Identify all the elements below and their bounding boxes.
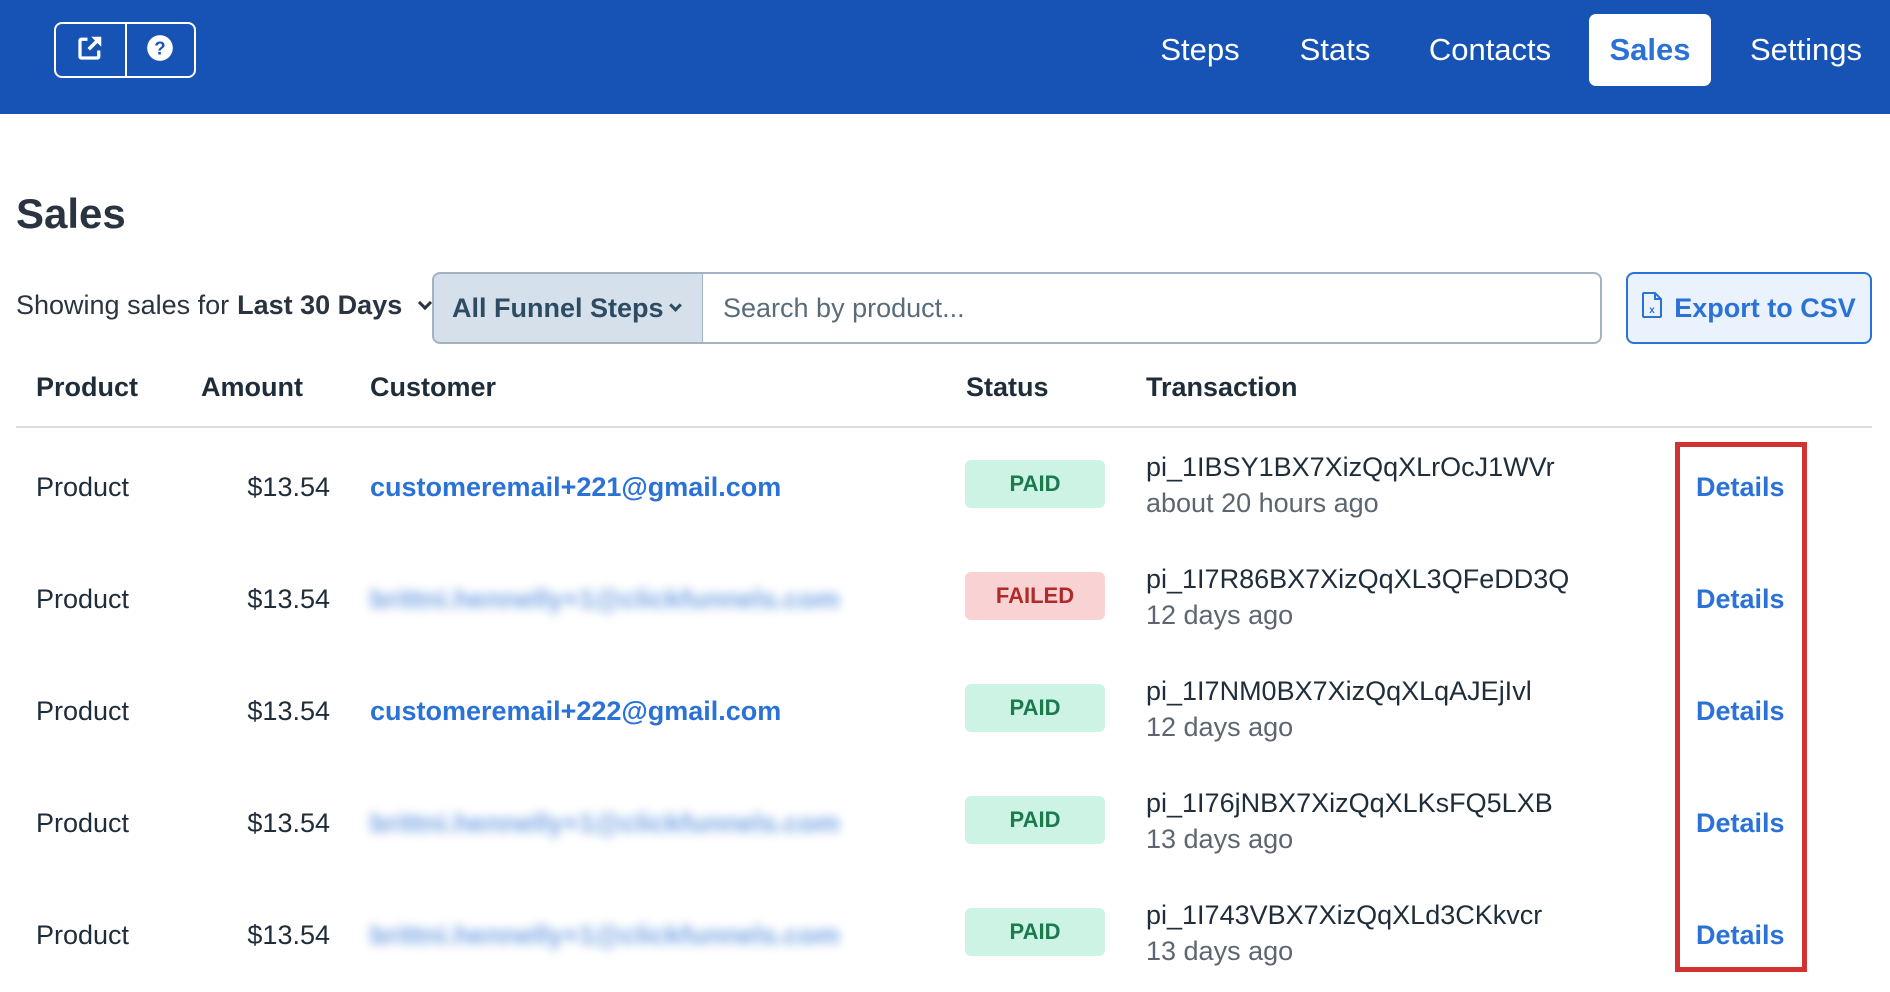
filter-period: Last 30 Days xyxy=(237,290,403,320)
table-row: Product $13.54 brittni.hennelly+1@clickfun… xyxy=(0,880,1890,992)
csv-file-icon: x xyxy=(1642,291,1663,325)
table-row: Product $13.54 customeremail+222@gmail.com… xyxy=(0,656,1890,768)
column-header-transaction: Transaction xyxy=(1146,372,1298,402)
amount-cell: $13.54 xyxy=(247,472,330,502)
date-range-dropdown[interactable]: Showing sales for Last 30 Days xyxy=(16,290,433,321)
product-cell: Product xyxy=(36,808,130,838)
status-badge: FAILED xyxy=(965,572,1105,620)
details-link[interactable]: Details xyxy=(1696,472,1785,503)
amount-cell: $13.54 xyxy=(247,808,330,838)
transaction-id: pi_1IBSY1BX7XizQqXLrOcJ1WVr xyxy=(1146,452,1555,482)
column-header-product: Product xyxy=(36,372,139,402)
export-label: Export to CSV xyxy=(1674,292,1856,323)
nav-tab-sales[interactable]: Sales xyxy=(1589,14,1711,86)
nav-tab-stats[interactable]: Stats xyxy=(1290,14,1380,86)
status-badge: PAID xyxy=(965,796,1105,844)
filter-prefix: Showing sales for xyxy=(16,290,230,320)
open-external-button[interactable] xyxy=(56,24,125,76)
external-link-icon xyxy=(75,33,105,68)
customer-email-link[interactable]: brittni.hennelly+1@clickfunnels.com xyxy=(370,584,840,615)
table-row: Product $13.54 customeremail+221@gmail.com… xyxy=(0,432,1890,544)
customer-email-link[interactable]: brittni.hennelly+1@clickfunnels.com xyxy=(370,808,840,839)
transaction-time: about 20 hours ago xyxy=(1146,488,1379,518)
column-header-customer: Customer xyxy=(370,372,497,402)
help-icon: ? xyxy=(146,34,174,67)
details-link[interactable]: Details xyxy=(1696,808,1785,839)
status-badge: PAID xyxy=(965,460,1105,508)
details-link[interactable]: Details xyxy=(1696,920,1785,951)
status-badge: PAID xyxy=(965,908,1105,956)
product-cell: Product xyxy=(36,472,130,502)
transaction-id: pi_1I7R86BX7XizQqXL3QFeDD3Q xyxy=(1146,564,1570,594)
svg-text:x: x xyxy=(1649,305,1655,316)
customer-email-link[interactable]: customeremail+221@gmail.com xyxy=(370,472,781,503)
nav-tab-contacts[interactable]: Contacts xyxy=(1422,14,1558,86)
product-search-input[interactable] xyxy=(702,272,1602,344)
status-badge: PAID xyxy=(965,684,1105,732)
chevron-down-icon xyxy=(418,295,433,310)
table-row: Product $13.54 brittni.hennelly+1@clickfun… xyxy=(0,544,1890,656)
column-header-amount: Amount xyxy=(201,372,303,402)
amount-cell: $13.54 xyxy=(247,920,330,950)
transaction-time: 13 days ago xyxy=(1146,824,1294,854)
amount-cell: $13.54 xyxy=(247,696,330,726)
transaction-time: 12 days ago xyxy=(1146,600,1294,630)
transaction-id: pi_1I76jNBX7XizQqXLKsFQ5LXB xyxy=(1146,788,1553,818)
nav-tab-settings[interactable]: Settings xyxy=(1744,14,1868,86)
product-cell: Product xyxy=(36,920,130,950)
table-row: Product $13.54 brittni.hennelly+1@clickfun… xyxy=(0,768,1890,880)
icon-button-group: ? xyxy=(54,22,196,78)
export-csv-button[interactable]: x Export to CSV xyxy=(1626,272,1872,344)
transaction-time: 13 days ago xyxy=(1146,936,1294,966)
page-title: Sales xyxy=(16,190,126,237)
transaction-id: pi_1I743VBX7XizQqXLd3CKkvcr xyxy=(1146,900,1543,930)
product-cell: Product xyxy=(36,696,130,726)
nav-tab-steps[interactable]: Steps xyxy=(1152,14,1248,86)
funnel-steps-select[interactable]: All Funnel Steps xyxy=(432,272,704,344)
details-link[interactable]: Details xyxy=(1696,696,1785,727)
help-button[interactable]: ? xyxy=(124,24,194,76)
transaction-time: 12 days ago xyxy=(1146,712,1294,742)
chevron-down-icon xyxy=(669,299,682,312)
amount-cell: $13.54 xyxy=(247,584,330,614)
details-link[interactable]: Details xyxy=(1696,584,1785,615)
customer-email-link[interactable]: brittni.hennelly+1@clickfunnels.com xyxy=(370,920,840,951)
customer-email-link[interactable]: customeremail+222@gmail.com xyxy=(370,696,781,727)
column-header-status: Status xyxy=(966,372,1049,402)
table-header-divider xyxy=(16,426,1872,428)
transaction-id: pi_1I7NM0BX7XizQqXLqAJEjIvl xyxy=(1146,676,1532,706)
product-cell: Product xyxy=(36,584,130,614)
top-navbar: ? Steps Stats Contacts Sales Settings xyxy=(0,0,1890,114)
svg-text:?: ? xyxy=(155,37,166,58)
funnel-steps-value: All Funnel Steps xyxy=(452,292,664,323)
